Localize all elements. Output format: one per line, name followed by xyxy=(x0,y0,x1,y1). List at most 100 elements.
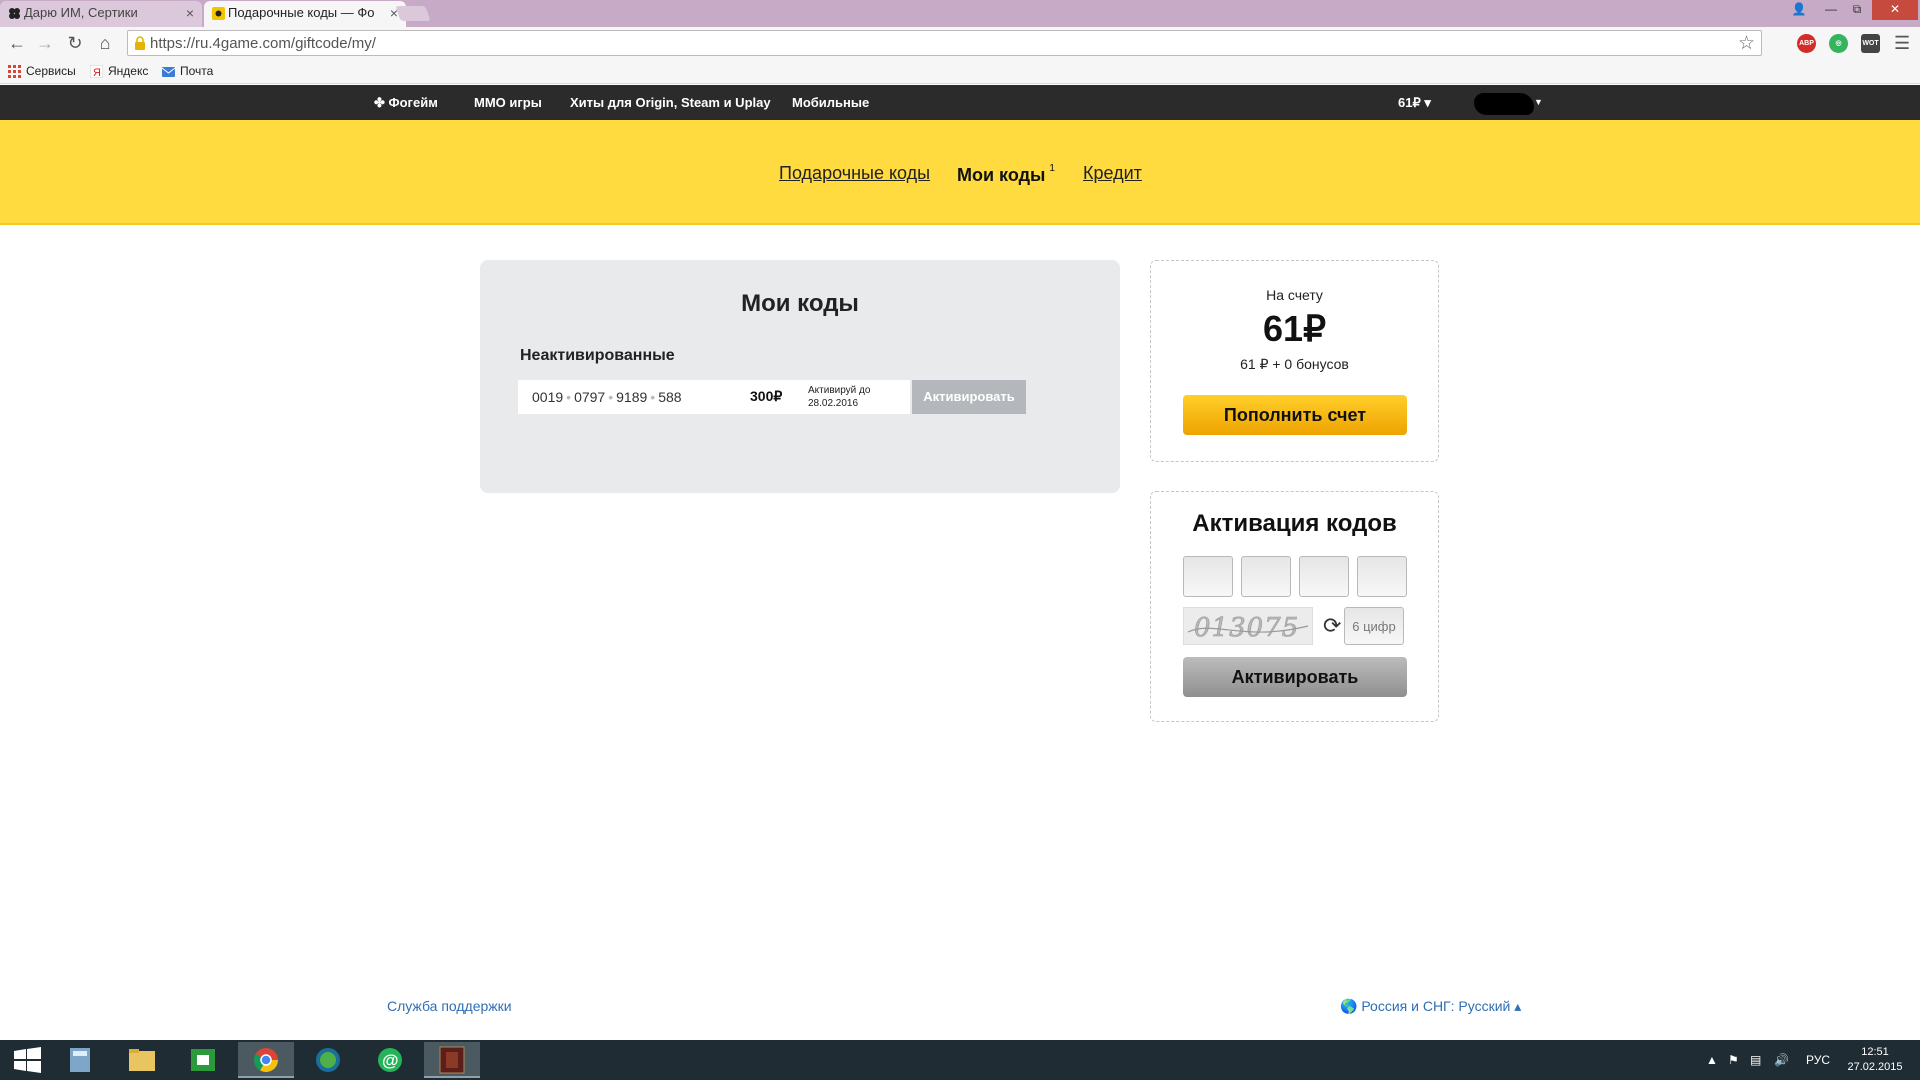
code-part: 588 xyxy=(658,389,682,405)
start-button[interactable] xyxy=(0,1042,56,1078)
back-icon[interactable]: ← xyxy=(6,32,28,54)
close-window-icon[interactable]: ✕ xyxy=(1872,0,1918,20)
url-input[interactable] xyxy=(150,33,1710,53)
action-center-icon[interactable]: ⚑ xyxy=(1728,1040,1739,1080)
taskbar-store[interactable] xyxy=(175,1042,231,1078)
balance-dropdown[interactable]: 61₽ ▾ xyxy=(1398,85,1431,120)
tab-my-codes-label: Мои коды xyxy=(957,165,1046,185)
screen: Дарю ИМ, Сертики × Подарочные коды — Фо … xyxy=(0,0,1920,1080)
browser-menu-icon[interactable]: ☰ xyxy=(1894,33,1910,54)
gift-code-amount-value: 300 xyxy=(750,388,774,404)
code-input-4[interactable] xyxy=(1357,556,1407,597)
clock[interactable]: 12:51 27.02.2015 xyxy=(1835,1045,1915,1075)
tab-gift-codes[interactable]: Подарочные коды xyxy=(779,163,930,184)
new-tab-button[interactable] xyxy=(395,6,431,21)
browser-tab-2[interactable]: Подарочные коды — Фо × xyxy=(204,1,406,27)
captcha-input[interactable] xyxy=(1344,607,1404,645)
section-title-inactive: Неактивированные xyxy=(520,347,675,364)
4game-favicon-icon xyxy=(9,8,20,19)
calculator-icon xyxy=(70,1048,90,1072)
svg-text:@: @ xyxy=(382,1051,399,1070)
avatar[interactable] xyxy=(1474,93,1534,115)
bookmark-yandex[interactable]: Я Яндекс xyxy=(90,62,148,80)
code-input-3[interactable] xyxy=(1299,556,1349,597)
clock-date: 27.02.2015 xyxy=(1847,1061,1903,1073)
reload-icon[interactable]: ↻ xyxy=(64,32,86,54)
region-selector-label: Россия и СНГ: Русский ▴ xyxy=(1361,998,1522,1014)
activate-code-button[interactable]: Активировать xyxy=(912,380,1026,414)
close-tab-1-icon[interactable]: × xyxy=(186,1,194,25)
code-input-1[interactable] xyxy=(1183,556,1233,597)
site-nav-mobile[interactable]: Мобильные xyxy=(792,85,869,120)
at-sign-icon: @ xyxy=(378,1048,402,1072)
balance-amount: 61₽ xyxy=(1151,308,1438,350)
browser-tab-1[interactable]: Дарю ИМ, Сертики × xyxy=(0,1,202,27)
site-nav-4game-label: Фогейм xyxy=(388,95,438,110)
apps-grid-icon xyxy=(8,65,21,78)
mail-icon xyxy=(162,67,175,77)
profile-icon[interactable]: 👤 xyxy=(1786,0,1812,20)
tab-credit[interactable]: Кредит xyxy=(1083,163,1142,184)
tab-my-codes[interactable]: Мои коды 1 xyxy=(957,163,1055,186)
close-tab-2-icon[interactable]: × xyxy=(390,1,398,25)
wot-extension-icon[interactable]: WOT xyxy=(1861,34,1880,53)
browser-tab-2-title: Подарочные коды — Фо xyxy=(228,5,375,20)
lock-icon xyxy=(135,36,145,50)
yandex-icon: Я xyxy=(90,65,103,78)
tray-expand-icon[interactable]: ▲ xyxy=(1706,1040,1718,1080)
site-nav-4game[interactable]: ✤ Фогейм xyxy=(374,85,438,120)
balance-panel: На счету 61₽ 61 ₽ + 0 бонусов Пополнить … xyxy=(1150,260,1439,462)
code-input-2[interactable] xyxy=(1241,556,1291,597)
captcha-image: 013075 xyxy=(1183,607,1313,645)
bookmark-services-label: Сервисы xyxy=(26,64,76,78)
bookmarks-bar: Сервисы Я Яндекс Почта xyxy=(0,59,1920,84)
language-indicator[interactable]: РУС xyxy=(1806,1040,1830,1080)
region-selector[interactable]: 🌎 Россия и СНГ: Русский ▴ xyxy=(1340,998,1521,1015)
refresh-icon[interactable]: ⟳ xyxy=(1323,613,1341,639)
gift-code-row: 0019 • 0797 • 9189 • 588 300₽ Активируй до 28.… xyxy=(518,380,910,414)
taskbar-explorer[interactable] xyxy=(114,1042,170,1078)
4game-logo-icon: ✤ xyxy=(374,95,389,110)
code-activation-panel: Активация кодов 013075 ⟳ Активировать xyxy=(1150,491,1439,722)
balance-detail: 61 ₽ + 0 бонусов xyxy=(1240,356,1349,372)
folder-icon xyxy=(129,1049,155,1071)
taskbar-chrome[interactable] xyxy=(238,1042,294,1078)
bookmark-mail-label: Почта xyxy=(180,64,214,78)
code-part: 0797 xyxy=(574,389,606,405)
restore-window-icon[interactable]: ⧉ xyxy=(1844,0,1870,20)
balance-label: На счету xyxy=(1266,287,1323,303)
bookmark-star-icon[interactable]: ☆ xyxy=(1738,32,1755,55)
taskbar-torrent[interactable] xyxy=(300,1042,356,1078)
bookmark-mail[interactable]: Почта xyxy=(162,62,213,80)
gift-code-number: 0019 • 0797 • 9189 • 588 xyxy=(532,389,682,405)
adblock-extension-icon[interactable]: ABP xyxy=(1797,34,1816,53)
chevron-down-icon[interactable]: ▼ xyxy=(1534,85,1543,120)
site-nav-hits[interactable]: Хиты для Origin, Steam и Uplay xyxy=(570,85,771,120)
gift-code-amount: 300₽ xyxy=(750,388,782,405)
taskbar-calculator[interactable] xyxy=(52,1042,108,1078)
top-up-button[interactable]: Пополнить счет xyxy=(1183,395,1407,435)
taskbar-game[interactable] xyxy=(424,1042,480,1078)
support-link[interactable]: Служба поддержки xyxy=(387,998,512,1014)
home-icon[interactable]: ⌂ xyxy=(94,32,116,54)
my-codes-panel: Мои коды Неактивированные 0019 • 0797 • 9189… xyxy=(480,260,1120,493)
ruble-icon: ₽ xyxy=(1303,308,1326,349)
svg-text:Я: Я xyxy=(93,67,101,78)
balance-amount-value: 61 xyxy=(1263,308,1304,349)
network-icon[interactable]: ▤ xyxy=(1750,1040,1761,1080)
browser-toolbar: ← → ↻ ⌂ ☆ ABP ◎ WOT ☰ xyxy=(0,27,1920,59)
taskbar-mail-agent[interactable]: @ xyxy=(362,1042,418,1078)
minimize-window-icon[interactable]: — xyxy=(1818,0,1844,20)
forward-icon[interactable]: → xyxy=(34,32,56,54)
site-nav-mmo[interactable]: ММО игры xyxy=(474,85,542,120)
activate-button[interactable]: Активировать xyxy=(1183,657,1407,697)
bookmark-services[interactable]: Сервисы xyxy=(8,62,76,80)
store-icon xyxy=(191,1049,215,1071)
ruble-icon: ₽ xyxy=(773,388,783,404)
captcha-graphic: 013075 xyxy=(1187,613,1309,643)
windows-logo-icon xyxy=(14,1047,41,1073)
volume-icon[interactable]: 🔊 xyxy=(1774,1040,1789,1080)
code-part: 0019 xyxy=(532,389,564,405)
address-bar[interactable]: ☆ xyxy=(127,30,1762,56)
green-extension-icon[interactable]: ◎ xyxy=(1829,34,1848,53)
